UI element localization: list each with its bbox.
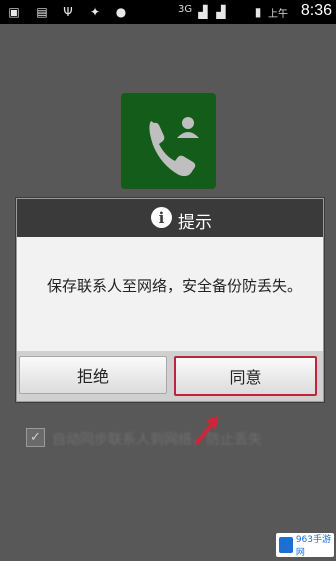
agree-button[interactable]: 同意: [174, 356, 317, 396]
battery-icon: ▮: [254, 5, 262, 19]
contacts-app-icon: [121, 93, 216, 189]
ball-icon: ●: [115, 5, 127, 19]
info-icon: i: [151, 207, 172, 228]
network-label: 3G: [178, 4, 193, 15]
signal-icon: ▟: [198, 5, 208, 19]
sync-checkbox[interactable]: ✓: [26, 428, 45, 447]
watermark-text: 963手游网: [295, 535, 332, 558]
annotation-arrow: [194, 416, 218, 446]
dialog-message: 保存联系人至网络，安全备份防丢失。: [47, 277, 303, 295]
time-ampm: 上午: [268, 9, 288, 20]
clock: 8:36: [300, 2, 332, 19]
reject-button[interactable]: 拒绝: [19, 356, 167, 394]
status-bar: ▣ ▤ Ψ ✦ ● 3G ▟ ▟ ▮ 上午 8:36: [0, 0, 336, 24]
image-icon: ▤: [36, 5, 48, 19]
android-icon: ✦: [89, 5, 101, 19]
watermark-logo-icon: [279, 537, 293, 553]
dialog: i 提示 保存联系人至网络，安全备份防丢失。 拒绝 同意: [16, 198, 324, 402]
watermark: 963手游网: [276, 533, 334, 558]
usb-icon: Ψ: [63, 5, 73, 19]
phone-contact-icon: [149, 117, 199, 177]
sync-checkbox-label: 自动同步联系人到网络，防止丢失: [52, 432, 262, 448]
notification-icon: ▣: [8, 5, 20, 19]
dialog-header: i 提示: [17, 199, 323, 237]
dialog-footer: 拒绝 同意: [17, 351, 323, 401]
dialog-title: 提示: [178, 213, 212, 233]
signal-icon-2: ▟: [216, 5, 226, 19]
